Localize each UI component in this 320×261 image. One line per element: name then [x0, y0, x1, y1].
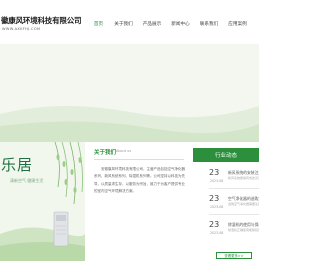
- about-section: 关于我们 About us 安徽康风环境科技有限公司，主营产品包括空气净化器系列…: [94, 148, 186, 261]
- news-year-month: 2023-08: [210, 205, 224, 209]
- nav-item-home[interactable]: 首页: [88, 21, 109, 31]
- news-item[interactable]: 23 2023-08 空气净化器的选购方法 选购空气净化器需要注意的几个要点..…: [193, 194, 259, 220]
- news-year-month: 2023-08: [210, 179, 224, 183]
- banner-subtitle: 清新空气 健康生活: [10, 178, 44, 183]
- news-summary: 选购空气净化器需要注意的几个要点...: [228, 202, 259, 206]
- news-title[interactable]: 行业动态: [193, 151, 259, 159]
- about-subtitle: About us: [116, 149, 132, 153]
- banner-title: 乐居: [1, 156, 34, 174]
- company-name[interactable]: 徽康风环境科技有限公司: [1, 15, 82, 26]
- hero-banner: [0, 44, 259, 142]
- about-title[interactable]: 关于我们: [94, 148, 116, 156]
- news-year-month: 2023-08: [210, 231, 224, 235]
- news-section: 行业动态 23 2023-08 新风系统的安装注意事项 新风系统能够有效改善室内…: [193, 148, 259, 261]
- nav-item-cases[interactable]: 应用案例: [223, 21, 252, 31]
- news-divider: [209, 214, 259, 215]
- news-header: 行业动态: [193, 148, 259, 162]
- news-item[interactable]: 23 2023-08 新风系统的安装注意事项 新风系统能够有效改善室内空气质量.…: [193, 168, 259, 194]
- news-divider: [209, 188, 259, 189]
- news-more-button[interactable]: 查看更多>>: [216, 252, 252, 259]
- company-url: WWW.AXKFHJ.COM: [2, 27, 41, 31]
- nav-item-news[interactable]: 新闻中心: [166, 21, 195, 31]
- about-body: 安徽康风环境科技有限公司，主营产品包括空气净化器系列、新风系统系列、除湿机系列等…: [94, 167, 185, 194]
- banner-background: [0, 44, 259, 142]
- news-day: 23: [209, 194, 220, 203]
- nav-item-about[interactable]: 关于我们: [109, 21, 138, 31]
- about-divider: [94, 159, 184, 160]
- news-item[interactable]: 23 2023-08 除湿机的使用与保养 除湿机正确使用能够延长使用寿命...: [193, 220, 259, 246]
- news-day: 23: [209, 220, 220, 229]
- banner-art: 乐居 清新空气 健康生活: [0, 142, 85, 261]
- news-summary: 新风系统能够有效改善室内空气质量...: [228, 176, 259, 180]
- main-nav: 首页 关于我们 产品展示 新闻中心 联系我们 应用案例: [88, 21, 259, 31]
- news-day: 23: [209, 168, 220, 177]
- site-header: 徽康风环境科技有限公司 WWW.AXKFHJ.COM 首页 关于我们 产品展示 …: [0, 0, 259, 44]
- nav-item-contact[interactable]: 联系我们: [195, 21, 223, 31]
- nav-item-products[interactable]: 产品展示: [138, 21, 166, 31]
- news-summary: 除湿机正确使用能够延长使用寿命...: [228, 228, 259, 232]
